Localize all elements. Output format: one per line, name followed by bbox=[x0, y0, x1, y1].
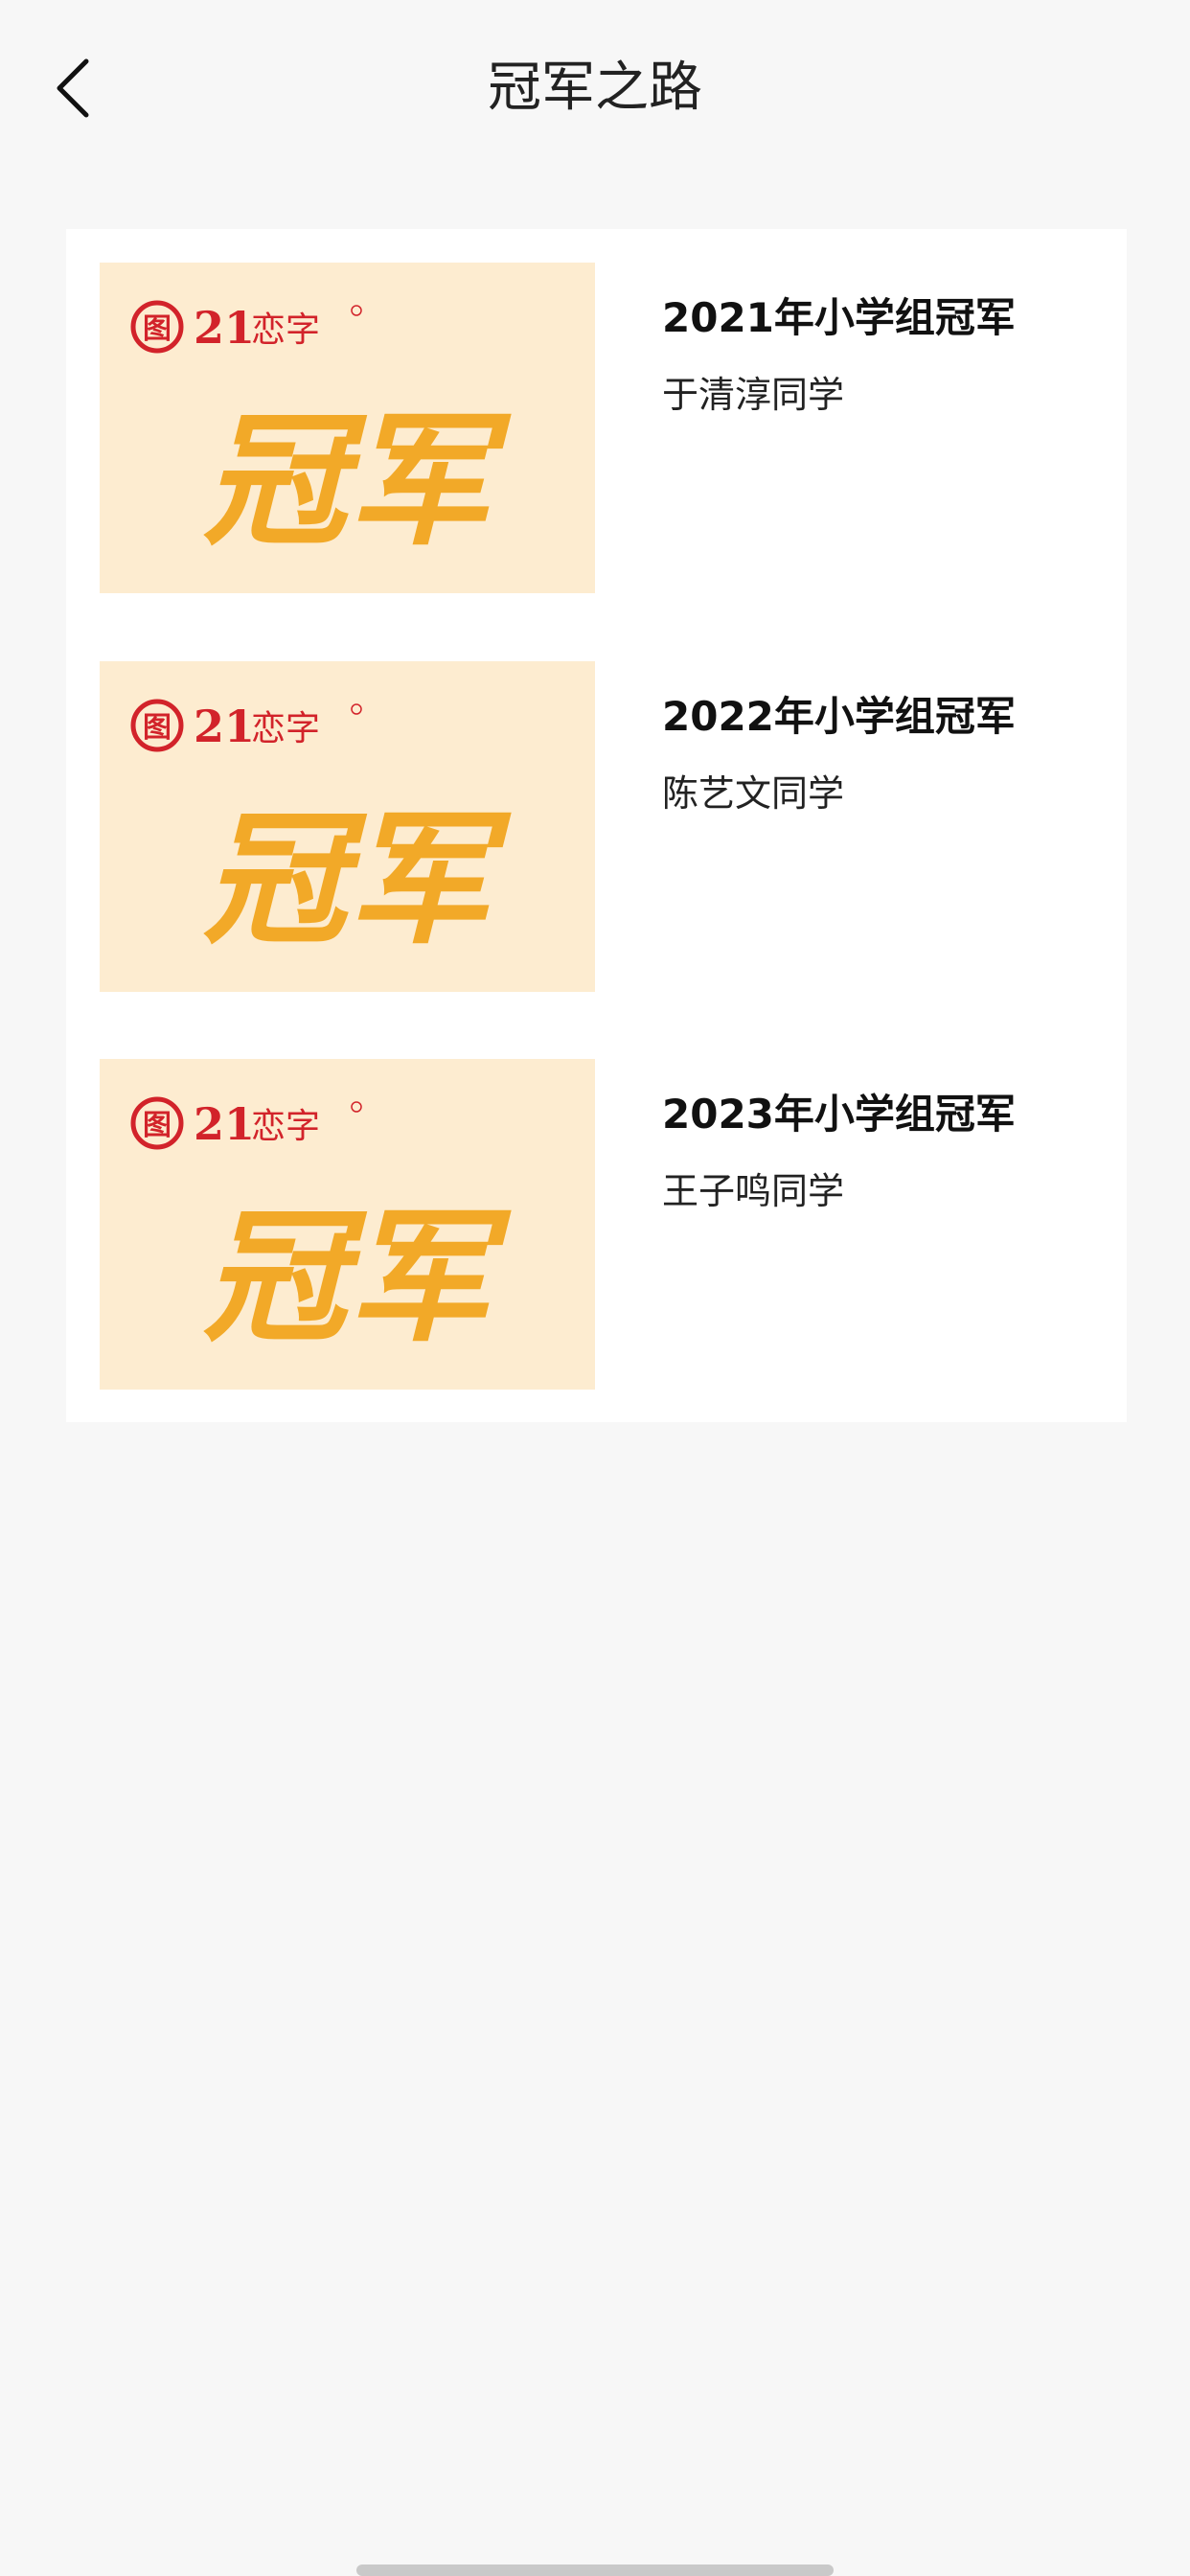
champion-calligraphy: 冠军 bbox=[203, 1193, 512, 1362]
champion-thumbnail: 图 21 恋字 冠军 bbox=[100, 263, 595, 593]
list-item[interactable]: 图 21 恋字 冠军 2022年小学组冠军 陈艺文同学 bbox=[66, 661, 1127, 992]
svg-text:21: 21 bbox=[194, 701, 255, 752]
item-subtitle: 王子鸣同学 bbox=[662, 1170, 845, 1212]
item-subtitle: 于清淳同学 bbox=[662, 374, 845, 416]
header: 冠军之路 bbox=[0, 0, 1190, 176]
list-item[interactable]: 图 21 恋字 冠军 2021年小学组冠军 于清淳同学 bbox=[66, 263, 1127, 593]
champion-calligraphy: 冠军 bbox=[203, 795, 512, 964]
brand-logo: 图 21 恋字 bbox=[130, 1096, 362, 1150]
svg-text:21: 21 bbox=[194, 302, 255, 354]
list-item[interactable]: 图 21 恋字 冠军 2023年小学组冠军 王子鸣同学 bbox=[66, 1059, 1127, 1390]
item-title: 2021年小学组冠军 bbox=[662, 294, 1016, 341]
page-title: 冠军之路 bbox=[488, 57, 702, 119]
svg-text:恋字: 恋字 bbox=[251, 709, 320, 748]
svg-text:恋字: 恋字 bbox=[251, 310, 320, 350]
brand-logo: 图 21 恋字 bbox=[130, 699, 362, 752]
brand-logo: 图 21 恋字 bbox=[130, 300, 362, 354]
svg-text:21: 21 bbox=[194, 1098, 255, 1150]
home-indicator[interactable] bbox=[356, 2564, 834, 2576]
item-subtitle: 陈艺文同学 bbox=[662, 772, 845, 815]
champion-thumbnail: 图 21 恋字 冠军 bbox=[100, 661, 595, 992]
svg-text:图: 图 bbox=[143, 1109, 172, 1142]
item-title: 2023年小学组冠军 bbox=[662, 1091, 1016, 1138]
champion-calligraphy: 冠军 bbox=[203, 397, 512, 565]
item-title: 2022年小学组冠军 bbox=[662, 693, 1016, 740]
svg-text:图: 图 bbox=[143, 312, 172, 346]
champion-thumbnail: 图 21 恋字 冠军 bbox=[100, 1059, 595, 1390]
svg-text:恋字: 恋字 bbox=[251, 1107, 320, 1146]
champion-list: 图 21 恋字 冠军 2021年小学组冠军 于清淳同学 图 21 恋字 冠军 2… bbox=[66, 229, 1127, 1422]
svg-text:图: 图 bbox=[143, 711, 172, 745]
